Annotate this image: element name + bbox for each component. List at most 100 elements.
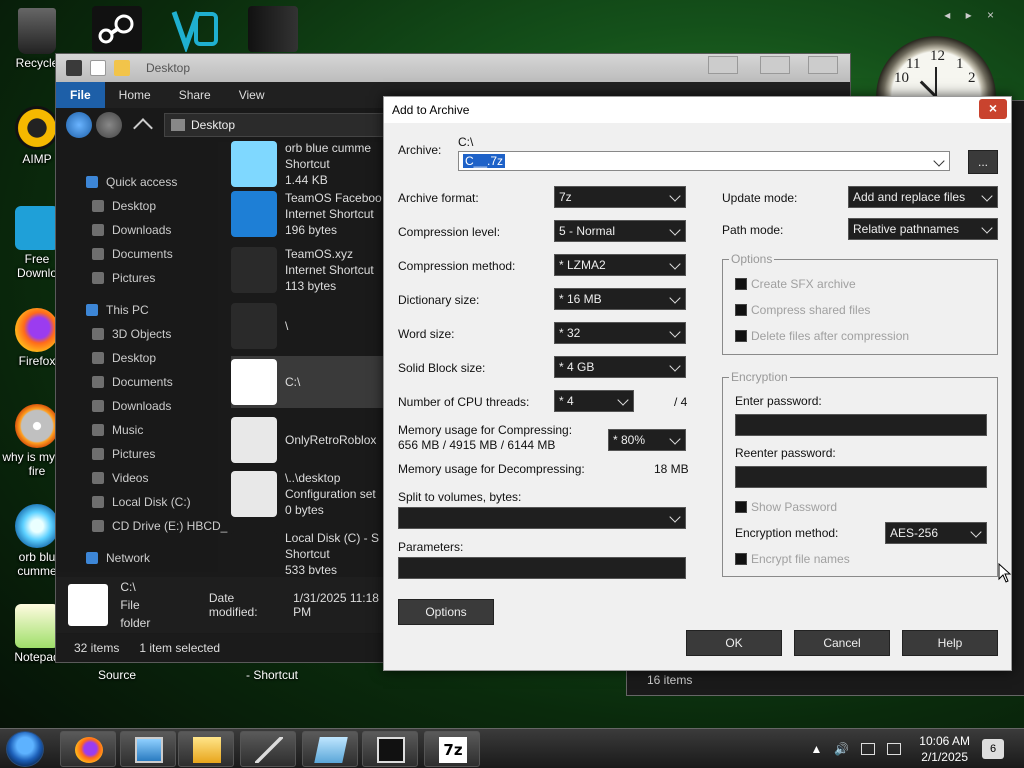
keyboard-icon[interactable] (887, 743, 902, 755)
add-to-archive-dialog[interactable]: Add to Archive × Archive: C:\ C__.7z ...… (383, 96, 1012, 671)
ok-button[interactable]: OK (686, 630, 782, 656)
new-folder-icon[interactable] (114, 60, 130, 76)
detail-modified-value: 1/31/2025 11:18 PM (293, 591, 379, 619)
file-row[interactable]: \ (231, 300, 391, 352)
file-row[interactable]: Local Disk (C) - S Shortcut 533 bytes (231, 528, 391, 574)
nav-item[interactable]: Network (86, 546, 150, 570)
up-arrow-icon[interactable] (133, 118, 153, 138)
forward-arrow-icon[interactable] (96, 112, 122, 138)
tab-file[interactable]: File (56, 82, 105, 108)
nav-item[interactable]: Quick access (86, 170, 177, 194)
dark-app-icon[interactable] (248, 6, 298, 52)
file-line1: \ (285, 319, 289, 333)
compression-level-select[interactable]: 5 - Normal (554, 220, 686, 242)
dialog-close-button[interactable]: × (979, 99, 1007, 119)
volume-icon[interactable]: 🔊 (834, 742, 849, 756)
clock-time: 10:06 AM (919, 734, 970, 748)
encryption-method-label: Encryption method: (735, 526, 839, 540)
tab-share[interactable]: Share (165, 82, 225, 108)
solid-block-select[interactable]: * 4 GB (554, 356, 686, 378)
nav-item[interactable]: Local Disk (C:) (92, 490, 191, 514)
firefox-icon (15, 308, 59, 352)
taskbar-clock[interactable]: 10:06 AM 2/1/2025 (919, 733, 970, 765)
help-button[interactable]: Help (902, 630, 998, 656)
nav-item[interactable]: Documents (92, 370, 173, 394)
maximize-button[interactable] (760, 56, 790, 74)
start-button[interactable] (6, 731, 44, 767)
minimize-button[interactable] (708, 56, 738, 74)
show-password-checkbox[interactable]: Show Password (735, 500, 837, 514)
sfx-checkbox[interactable]: Create SFX archive (735, 277, 856, 291)
archive-name-combo[interactable]: C__.7z (458, 151, 950, 171)
chevron-down-icon (617, 394, 629, 406)
memory-compress-select[interactable]: * 80% (608, 429, 686, 451)
file-row[interactable]: \..\desktop Configuration set 0 bytes (231, 468, 391, 520)
taskbar-app[interactable] (302, 731, 358, 767)
steam-icon[interactable] (92, 6, 142, 52)
checkbox-box (735, 553, 747, 565)
encrypt-names-checkbox[interactable]: Encrypt file names (735, 552, 850, 566)
file-icon (231, 471, 277, 517)
taskbar-terminal[interactable] (362, 731, 418, 767)
nav-item[interactable]: Documents (92, 242, 173, 266)
explorer-titlebar[interactable]: Desktop (56, 54, 850, 82)
word-size-select[interactable]: * 32 (554, 322, 686, 344)
compression-method-select[interactable]: * LZMA2 (554, 254, 686, 276)
browse-button[interactable]: ... (968, 150, 998, 174)
delete-after-checkbox[interactable]: Delete files after compression (735, 329, 909, 343)
close-button[interactable] (808, 56, 838, 74)
nav-item[interactable]: Music (92, 418, 143, 442)
path-mode-select[interactable]: Relative pathnames (848, 218, 998, 240)
chevron-down-icon (669, 433, 681, 445)
compress-shared-checkbox[interactable]: Compress shared files (735, 303, 870, 317)
file-row[interactable]: C:\ (231, 356, 391, 408)
taskbar-pen[interactable] (240, 731, 296, 767)
taskbar-explorer[interactable] (178, 731, 234, 767)
nav-item[interactable]: Videos (92, 466, 148, 490)
chevron-down-icon (669, 190, 681, 202)
back-arrow-icon[interactable] (66, 112, 92, 138)
encryption-method-select[interactable]: AES-256 (885, 522, 987, 544)
cancel-button[interactable]: Cancel (794, 630, 890, 656)
nav-item[interactable]: Desktop (92, 194, 156, 218)
status-bar: 32 items 1 item selected (56, 634, 396, 662)
file-line3: 196 bytes (285, 223, 338, 237)
nav-item[interactable]: Pictures (92, 442, 155, 466)
checkbox-box (735, 304, 747, 316)
options-button[interactable]: Options (398, 599, 494, 625)
nav-item[interactable]: Downloads (92, 394, 171, 418)
tab-view[interactable]: View (225, 82, 279, 108)
nav-item[interactable]: CD Drive (E:) HBCD_ (92, 514, 227, 538)
nav-item[interactable]: This PC (86, 298, 149, 322)
archive-format-select[interactable]: 7z (554, 186, 686, 208)
taskbar-firefox[interactable] (60, 731, 116, 767)
taskbar-7zip[interactable]: 7z (424, 731, 480, 767)
file-row[interactable]: orb blue cumme Shortcut 1.44 KB (231, 138, 391, 190)
file-row[interactable]: TeamOS Faceboo Internet Shortcut 196 bytes (231, 188, 391, 240)
split-volumes-select[interactable] (398, 507, 686, 529)
password-input[interactable] (735, 414, 987, 436)
network-icon[interactable] (861, 743, 876, 755)
show-hidden-icons-icon[interactable]: ▲ (810, 742, 822, 756)
taskbar-computer[interactable] (120, 731, 176, 767)
update-mode-select[interactable]: Add and replace files (848, 186, 998, 208)
dictionary-size-select[interactable]: * 16 MB (554, 288, 686, 310)
nav-item[interactable]: Downloads (92, 218, 171, 242)
nav-item[interactable]: 3D Objects (92, 322, 171, 346)
file-row[interactable]: OnlyRetroRoblox (231, 414, 391, 466)
reenter-password-input[interactable] (735, 466, 987, 488)
nav-item[interactable]: Desktop (92, 346, 156, 370)
clock-number: 12 (930, 48, 945, 64)
tab-home[interactable]: Home (105, 82, 165, 108)
vs-logo-icon[interactable] (170, 6, 220, 54)
navigation-pane: Quick access Desktop Downloads Documents Pic… (56, 142, 227, 572)
memory-decompress-label: Memory usage for Decompressing: (398, 462, 585, 476)
notification-badge[interactable]: 6 (982, 739, 1004, 759)
gadget-controls[interactable]: ◂ ▸ × (944, 8, 1000, 22)
nav-item[interactable]: Pictures (92, 266, 155, 290)
dialog-titlebar[interactable]: Add to Archive (384, 97, 1011, 123)
file-row[interactable]: TeamOS.xyz Internet Shortcut 113 bytes (231, 244, 391, 296)
cpu-threads-select[interactable]: * 4 (554, 390, 634, 412)
properties-icon[interactable] (90, 60, 106, 76)
parameters-input[interactable] (398, 557, 686, 579)
